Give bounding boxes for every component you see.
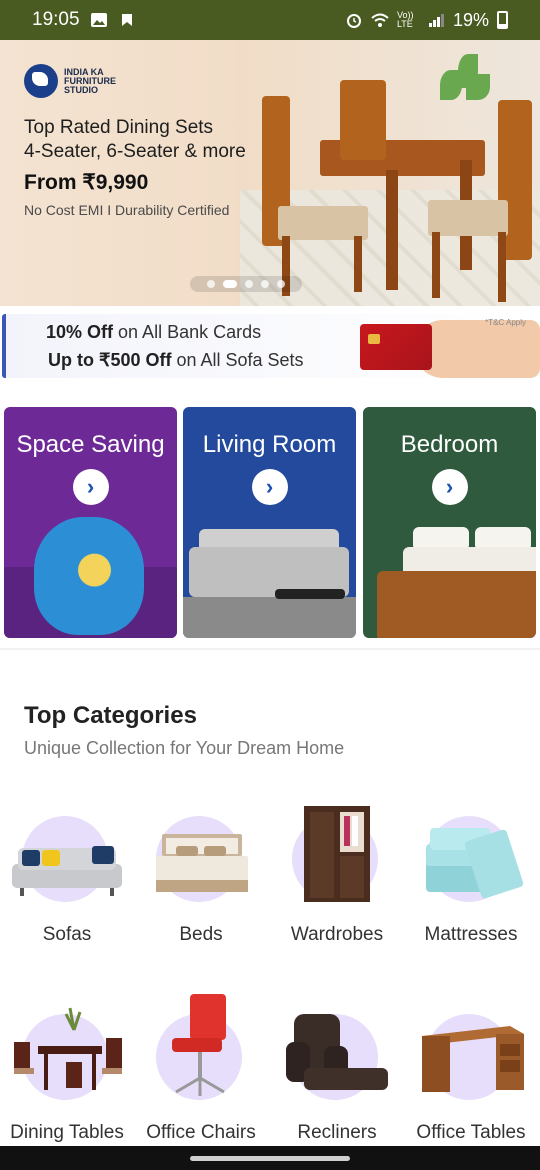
carousel-indicator xyxy=(190,276,302,292)
card-label: Living Room xyxy=(202,431,337,458)
signal-icon xyxy=(428,14,444,27)
chevron-right-icon[interactable]: › xyxy=(251,469,288,505)
chair-image xyxy=(428,100,538,302)
category-label: Wardrobes xyxy=(290,924,384,945)
category-label: Beds xyxy=(179,924,223,945)
brand-text: INDIA KA FURNITURE STUDIO xyxy=(64,66,116,95)
offer-line1: 10% Off on All Bank Cards xyxy=(46,322,262,342)
card-bedroom[interactable]: Bedroom › xyxy=(363,407,536,638)
recliner-icon xyxy=(286,1014,388,1090)
mattress-icon xyxy=(426,828,524,899)
wifi-icon xyxy=(371,13,389,27)
tc-note: *T&C Apply xyxy=(485,318,526,327)
brand-icon xyxy=(24,64,58,98)
category-label: Dining Tables xyxy=(10,1122,124,1143)
carousel-dot[interactable] xyxy=(277,280,285,288)
category-recliners[interactable]: Recliners xyxy=(270,996,404,1156)
wardrobe-icon xyxy=(304,806,370,902)
chevron-right-icon[interactable]: › xyxy=(431,469,468,505)
category-sofas[interactable]: Sofas xyxy=(0,798,134,958)
office-table-icon xyxy=(422,1026,524,1092)
category-label: Office Chairs xyxy=(146,1122,256,1143)
bank-offer-banner[interactable]: 10% Off on All Bank Cards Up to ₹500 Off… xyxy=(2,314,540,378)
hand-image xyxy=(414,320,540,378)
credit-card-icon xyxy=(360,324,432,370)
section-divider xyxy=(0,648,540,650)
office-chair-icon xyxy=(172,994,226,1096)
system-nav-bar xyxy=(0,1146,540,1170)
carousel-dot[interactable] xyxy=(207,280,215,288)
sofa-icon xyxy=(12,846,122,896)
category-label: Mattresses xyxy=(424,924,518,945)
hero-title-line2: 4-Seater, 6-Seater & more xyxy=(24,141,246,162)
category-label: Office Tables xyxy=(416,1122,526,1143)
card-label: Bedroom xyxy=(400,431,499,458)
chair-image xyxy=(340,80,420,220)
hero-title: Top Rated Dining Sets 4-Seater, 6-Seater… xyxy=(24,116,274,164)
beanbag-image xyxy=(34,517,144,635)
hero-price: From ₹9,990 xyxy=(24,171,149,194)
notification-icon xyxy=(121,14,132,26)
chevron-right-icon[interactable]: › xyxy=(72,469,109,505)
card-label: Space Saving xyxy=(16,431,165,458)
carousel-dot[interactable] xyxy=(261,280,269,288)
carousel-dot[interactable] xyxy=(223,280,237,288)
battery-percent: 19% xyxy=(452,9,489,30)
bed-icon xyxy=(156,834,248,892)
home-gesture-handle[interactable] xyxy=(190,1156,350,1161)
category-label: Sofas xyxy=(42,924,92,945)
coffee-table-image xyxy=(275,589,345,599)
section-title: Top Categories xyxy=(24,702,197,729)
section-subtitle: Unique Collection for Your Dream Home xyxy=(24,738,345,758)
image-icon xyxy=(90,13,107,27)
carousel-dot[interactable] xyxy=(245,280,253,288)
card-living-room[interactable]: Living Room › xyxy=(183,407,356,638)
category-dining-tables[interactable]: Dining Tables xyxy=(0,996,134,1156)
network-label: Vo)) LTE xyxy=(396,10,414,29)
category-office-chairs[interactable]: Office Chairs xyxy=(134,994,268,1156)
card-space-saving[interactable]: Space Saving › xyxy=(4,407,177,638)
hero-banner[interactable]: INDIA KA FURNITURE STUDIO Top Rated Dini… xyxy=(0,40,540,306)
category-office-tables[interactable]: Office Tables xyxy=(404,996,538,1156)
category-wardrobes[interactable]: Wardrobes xyxy=(270,798,404,958)
bed-image xyxy=(377,571,536,638)
category-mattresses[interactable]: Mattresses xyxy=(404,798,538,958)
brand-logo: INDIA KA FURNITURE STUDIO xyxy=(24,64,138,98)
alarm-icon xyxy=(346,14,361,28)
offer-line2: Up to ₹500 Off on All Sofa Sets xyxy=(48,350,304,370)
dining-table-icon xyxy=(14,1007,122,1090)
hero-note: No Cost EMI I Durability Certified xyxy=(24,202,230,218)
hero-title-line1: Top Rated Dining Sets xyxy=(24,117,214,138)
battery-icon xyxy=(497,11,508,29)
category-beds[interactable]: Beds xyxy=(134,798,268,958)
status-bar: 19:05 Vo)) LTE 19% xyxy=(0,0,540,40)
category-label: Recliners xyxy=(297,1122,377,1143)
status-time: 19:05 xyxy=(32,9,80,30)
